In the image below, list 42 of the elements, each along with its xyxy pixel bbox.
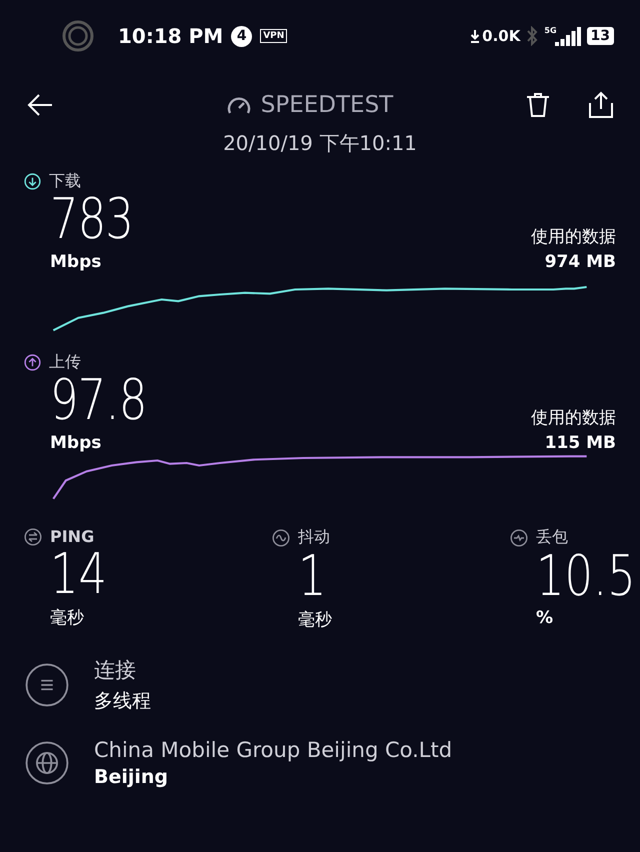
globe-icon	[24, 740, 70, 786]
data-used-value: 974 MB	[544, 252, 616, 272]
app-title: SPEEDTEST	[260, 92, 394, 118]
test-date: 20/10/19 下午10:11	[223, 131, 417, 155]
ping-icon	[24, 528, 42, 546]
battery-level: 13	[586, 27, 614, 45]
data-used-label: 使用的数据	[531, 226, 616, 248]
pulse-icon	[510, 528, 528, 546]
metric-unit: 毫秒	[298, 609, 333, 631]
metric-unit: 毫秒	[50, 607, 85, 629]
data-used-value: 115 MB	[544, 433, 616, 453]
detail-subtitle: 多线程	[94, 689, 151, 714]
download-icon	[24, 173, 41, 190]
metric-value: 1	[298, 548, 327, 606]
vpn-badge: VPN	[260, 29, 288, 43]
data-used-label: 使用的数据	[531, 407, 616, 429]
metric-label: 丢包	[536, 527, 568, 548]
result-label: 下载	[49, 171, 81, 192]
network-speed: 0.0K	[482, 27, 520, 45]
detail-title: China Mobile Group Beijing Co.Ltd	[94, 738, 452, 762]
notification-count: 4	[231, 26, 252, 46]
wave-icon	[272, 528, 290, 546]
metric-value: 10.5	[536, 548, 636, 606]
speed-value: 783	[50, 192, 134, 248]
record-icon	[62, 20, 94, 52]
network-type: 5G	[544, 26, 557, 35]
clock: 10:18 PM	[118, 24, 224, 48]
bluetooth-icon	[526, 26, 538, 46]
download-arrow-icon	[470, 29, 480, 43]
speed-value: 97.8	[50, 373, 147, 429]
signal-icon	[554, 26, 581, 46]
speed-unit: Mbps	[50, 252, 102, 272]
metric-label: PING	[50, 527, 94, 546]
metric-value: 14	[50, 546, 107, 604]
metric-label: 抖动	[298, 527, 330, 548]
connection-icon	[24, 662, 70, 708]
speed-unit: Mbps	[50, 433, 102, 453]
result-label: 上传	[49, 352, 81, 373]
detail-subtitle: Beijing	[94, 766, 170, 788]
upload-icon	[24, 354, 41, 371]
metric-unit: %	[536, 608, 554, 628]
detail-title: 连接	[94, 657, 137, 684]
